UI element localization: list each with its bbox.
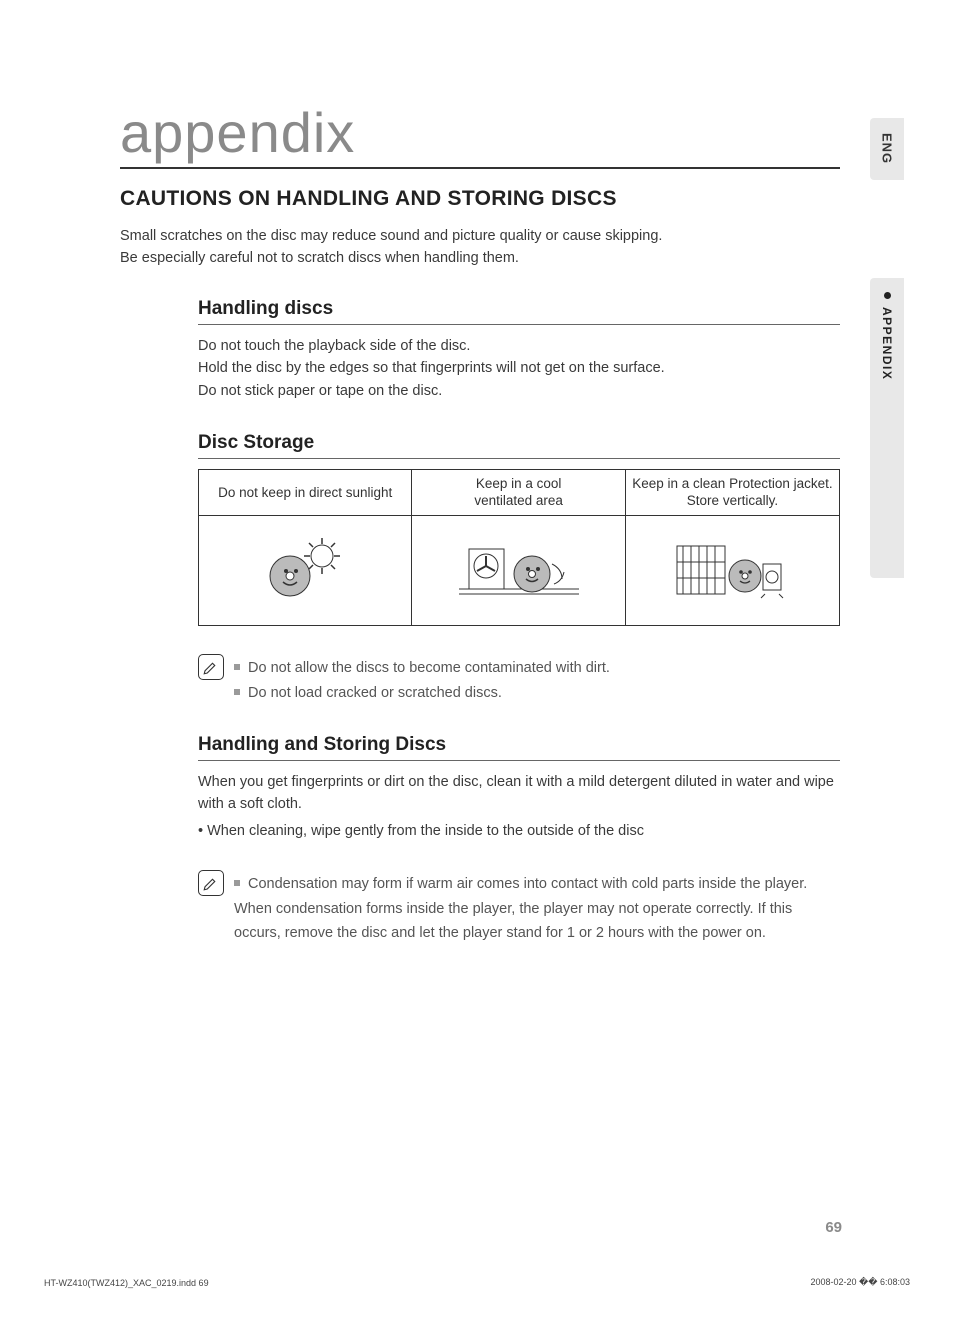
storage-table: Do not keep in direct sunlight Keep in a… bbox=[198, 469, 840, 626]
pencil-note-icon bbox=[198, 654, 224, 680]
footer-file: HT-WZ410(TWZ412)_XAC_0219.indd 69 bbox=[44, 1278, 209, 1288]
note2-list: Condensation may form if warm air comes … bbox=[234, 872, 840, 946]
shelf-disc-icon bbox=[667, 534, 797, 604]
sidebar-appendix-label: APPENDIX bbox=[880, 307, 894, 380]
subheading-storage: Disc Storage bbox=[198, 432, 840, 459]
fan-disc-icon bbox=[454, 534, 584, 604]
handling-body: Do not touch the playback side of the di… bbox=[198, 335, 840, 402]
intro-text: Small scratches on the disc may reduce s… bbox=[120, 225, 840, 270]
sun-disc-icon bbox=[250, 534, 360, 604]
handling-line1: Do not touch the playback side of the di… bbox=[198, 335, 840, 357]
storage-col1-header: Do not keep in direct sunlight bbox=[199, 470, 412, 516]
sidebar-tab-eng: ENG bbox=[870, 118, 904, 180]
intro-line2: Be especially careful not to scratch dis… bbox=[120, 247, 840, 269]
page-number: 69 bbox=[825, 1219, 842, 1236]
section-heading-cautions: CAUTIONS ON HANDLING AND STORING DISCS bbox=[120, 187, 840, 211]
pencil-note-icon bbox=[198, 870, 224, 896]
handstore-p1: When you get fingerprints or dirt on the… bbox=[198, 771, 840, 816]
note-block-1: Do not allow the discs to become contami… bbox=[198, 656, 840, 705]
note1-list: Do not allow the discs to become contami… bbox=[234, 656, 610, 705]
bullet-icon bbox=[884, 292, 891, 299]
section-storage: Disc Storage Do not keep in direct sunli… bbox=[198, 432, 840, 626]
storage-illus-ventilated bbox=[412, 516, 625, 626]
note2-item1: Condensation may form if warm air comes … bbox=[234, 872, 840, 946]
subheading-handling: Handling discs bbox=[198, 298, 840, 325]
subheading-handling-storing: Handling and Storing Discs bbox=[198, 734, 840, 761]
storage-col2-header: Keep in a cool ventilated area bbox=[412, 470, 625, 516]
handling-line3: Do not stick paper or tape on the disc. bbox=[198, 380, 840, 402]
storage-illus-sunlight bbox=[199, 516, 412, 626]
intro-line1: Small scratches on the disc may reduce s… bbox=[120, 225, 840, 247]
footer-timestamp: 2008-02-20 �� 6:08:03 bbox=[810, 1277, 910, 1288]
handling-line2: Hold the disc by the edges so that finge… bbox=[198, 357, 840, 379]
page-title: appendix bbox=[120, 100, 840, 169]
handstore-body: When you get fingerprints or dirt on the… bbox=[198, 771, 840, 842]
storage-illus-jacket bbox=[625, 516, 839, 626]
note1-item1: Do not allow the discs to become contami… bbox=[234, 656, 610, 681]
note1-item2: Do not load cracked or scratched discs. bbox=[234, 681, 610, 706]
handstore-bullet: • When cleaning, wipe gently from the in… bbox=[198, 820, 840, 842]
page-content: appendix CAUTIONS ON HANDLING AND STORIN… bbox=[120, 100, 840, 974]
note-block-2: Condensation may form if warm air comes … bbox=[198, 872, 840, 946]
section-handling: Handling discs Do not touch the playback… bbox=[198, 298, 840, 402]
sidebar-tab-appendix: APPENDIX bbox=[870, 278, 904, 578]
storage-col3-header: Keep in a clean Protection jacket. Store… bbox=[625, 470, 839, 516]
sidebar-eng-label: ENG bbox=[880, 133, 895, 164]
section-handling-storing: Handling and Storing Discs When you get … bbox=[198, 734, 840, 842]
